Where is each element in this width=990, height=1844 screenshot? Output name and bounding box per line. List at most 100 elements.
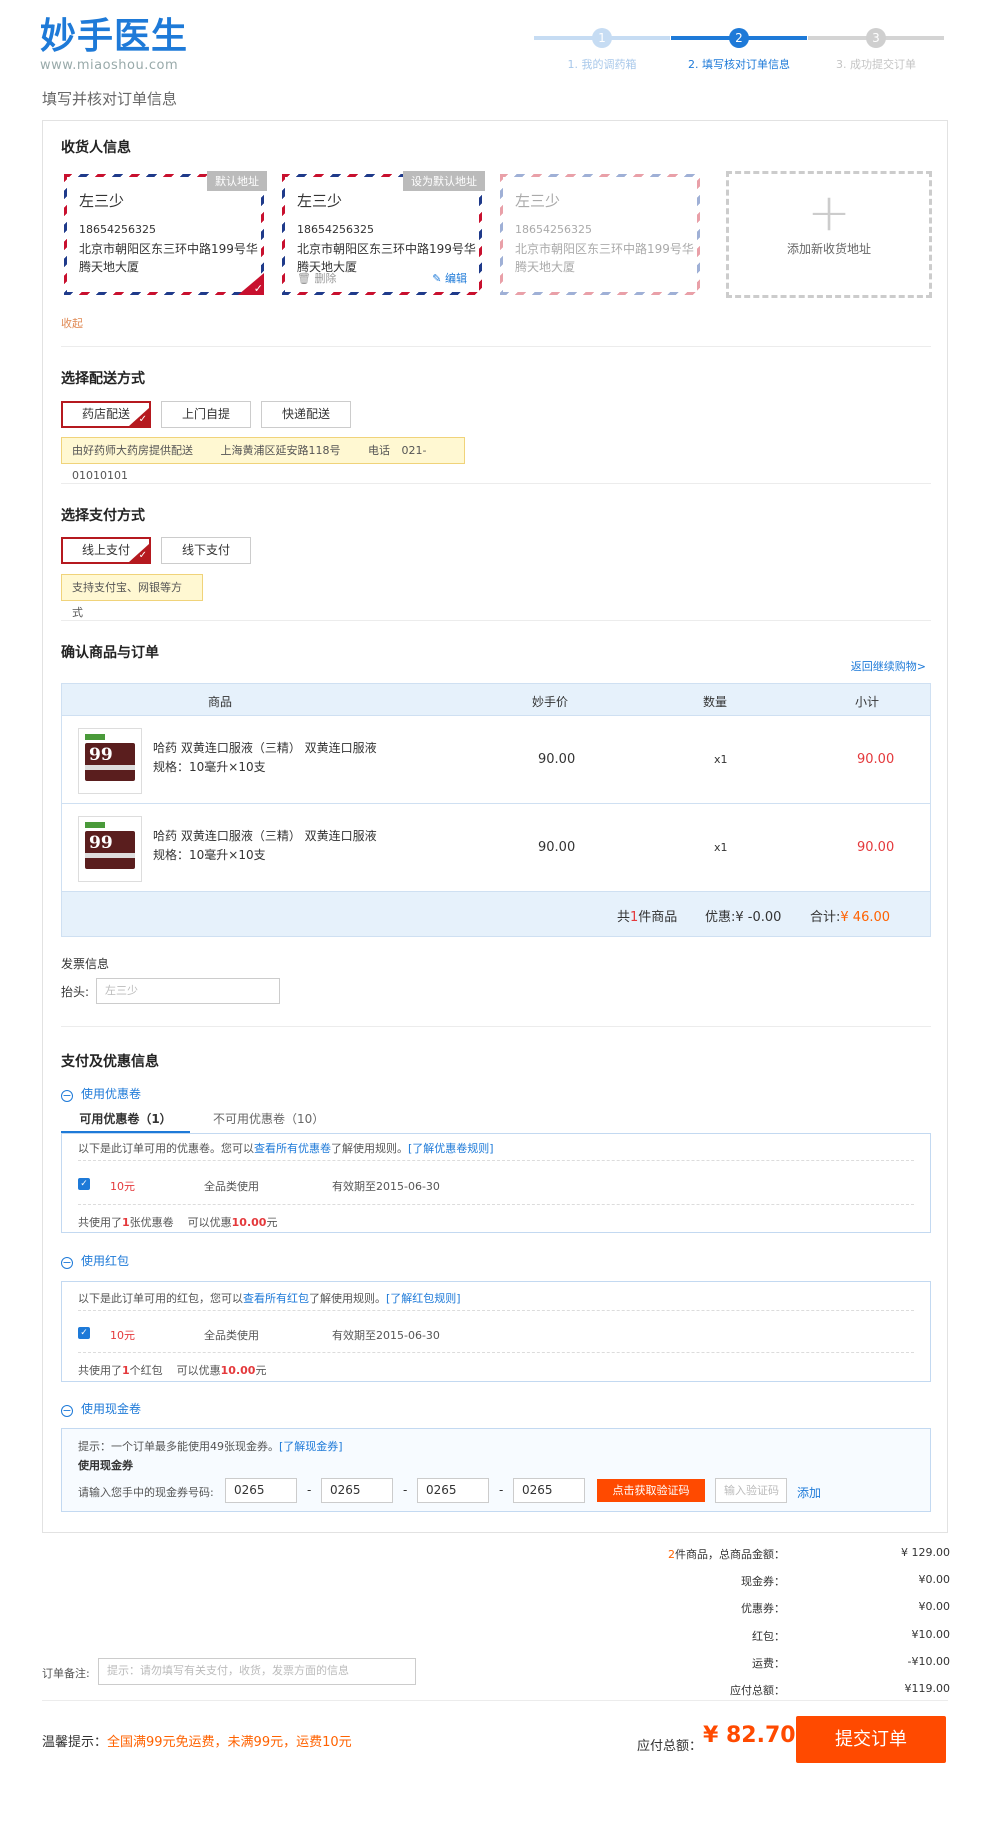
delivery-option-pharmacy[interactable]: 药店配送 ✓ bbox=[61, 401, 151, 428]
add-address-button[interactable]: + 添加新收货地址 bbox=[726, 171, 932, 298]
redpack-toggle[interactable]: − 使用红包 bbox=[61, 1252, 129, 1269]
product-image[interactable]: 99 bbox=[78, 728, 142, 794]
product-spec: 规格：10毫升×10支 bbox=[153, 760, 266, 774]
product-spec: 规格：10毫升×10支 bbox=[153, 848, 266, 862]
delivery-option-pickup[interactable]: 上门自提 bbox=[161, 401, 251, 428]
divider bbox=[61, 620, 931, 621]
divider bbox=[61, 1026, 931, 1027]
table-row: 99 哈药 双黄连口服液（三精） 双黄连口服液 规格：10毫升×10支 90.0… bbox=[62, 804, 930, 892]
cash-code-input-2[interactable]: 0265 bbox=[321, 1478, 393, 1503]
cash-code-input-3[interactable]: 0265 bbox=[417, 1478, 489, 1503]
coupon-toggle[interactable]: − 使用优惠卷 bbox=[61, 1085, 141, 1102]
payment-title: 选择支付方式 bbox=[61, 508, 145, 524]
code-separator: - bbox=[499, 1483, 504, 1497]
step-1: 1 1. 我的调药箱 bbox=[534, 26, 670, 72]
view-all-redpacks-link[interactable]: 查看所有红包 bbox=[243, 1292, 309, 1305]
delivery-tip: 由好药师大药房提供配送 上海黄浦区延安路118号 电话 021-01010101 bbox=[61, 437, 465, 482]
cash-input-label: 请输入您手中的现金券号码: bbox=[78, 1486, 214, 1499]
address-phone: 18654256325 bbox=[297, 223, 374, 236]
address-card-1[interactable]: 默认地址 左三少 18654256325 北京市朝阳区东三环中路199号华腾天地… bbox=[61, 171, 267, 298]
phone-label: 电话 bbox=[368, 444, 390, 457]
payable-amount: ¥ 82.70 bbox=[703, 1723, 796, 1748]
selected-check-icon: ✓ bbox=[238, 273, 264, 295]
address-phone: 18654256325 bbox=[79, 223, 156, 236]
view-all-coupons-link[interactable]: 查看所有优惠卷 bbox=[254, 1142, 331, 1155]
step-2: 2 2. 填写核对订单信息 bbox=[671, 26, 807, 72]
address-text: 北京市朝阳区东三环中路199号华腾天地大厦 bbox=[515, 242, 694, 274]
step-3-label: 3. 成功提交订单 bbox=[836, 58, 916, 71]
coupon-checkbox[interactable]: ✓ bbox=[78, 1178, 90, 1190]
collapse-icon: − bbox=[61, 1404, 73, 1417]
coupon-amount: 10元 bbox=[110, 1180, 135, 1193]
remark-input[interactable]: 提示：请勿填写有关支付，收货，发票方面的信息 bbox=[98, 1658, 416, 1685]
step-3-number: 3 bbox=[866, 28, 886, 48]
delivery-option-express[interactable]: 快递配送 bbox=[261, 401, 351, 428]
order-total: 合计:¥ 46.00 bbox=[810, 910, 891, 925]
tab-unavailable-coupons[interactable]: 不可用优惠卷（10） bbox=[213, 1107, 324, 1133]
code-separator: - bbox=[307, 1483, 312, 1497]
coupon-note: 以下是此订单可用的优惠卷。您可以查看所有优惠卷了解使用规则。[了解优惠卷规则] bbox=[78, 1142, 494, 1155]
summary-coupon: 优惠券： ¥0.00 bbox=[741, 1600, 950, 1615]
address-card-2[interactable]: 设为默认地址 左三少 18654256325 北京市朝阳区东三环中路199号华腾… bbox=[279, 171, 485, 298]
code-separator: - bbox=[403, 1483, 408, 1497]
cash-code-input-1[interactable]: 0265 bbox=[225, 1478, 297, 1503]
option-label: 线上支付 bbox=[81, 543, 130, 557]
summary-payable: 应付总额： ¥119.00 bbox=[730, 1682, 950, 1697]
redpack-note: 以下是此订单可用的红包，您可以查看所有红包了解使用规则。[了解红包规则] bbox=[78, 1292, 461, 1305]
delete-address-button[interactable]: 🗑 删除 bbox=[297, 272, 336, 285]
product-subtotal: 90.00 bbox=[857, 752, 895, 767]
edit-icon: ✎ bbox=[432, 272, 442, 285]
plus-icon: + bbox=[807, 183, 851, 243]
product-qty: x1 bbox=[714, 841, 728, 854]
step-1-number: 1 bbox=[592, 28, 612, 48]
check-icon: ✓ bbox=[138, 550, 147, 561]
address-card-3[interactable]: 左三少 18654256325 北京市朝阳区东三环中路199号华腾天地大厦 bbox=[497, 171, 703, 298]
invoice-header-label: 抬头: bbox=[61, 985, 90, 999]
logo-url: www.miaoshou.com bbox=[40, 58, 179, 73]
logo[interactable]: 妙手医生 www.miaoshou.com bbox=[40, 16, 188, 73]
summary-goods-total: 2件商品，总商品金额： ¥ 129.00 bbox=[668, 1546, 950, 1561]
verify-code-input[interactable]: 输入验证码 bbox=[715, 1478, 787, 1503]
address-name: 左三少 bbox=[297, 192, 343, 210]
coupon-box: 以下是此订单可用的优惠卷。您可以查看所有优惠卷了解使用规则。[了解优惠卷规则] … bbox=[61, 1133, 931, 1233]
benefits-title: 支付及优惠信息 bbox=[61, 1054, 159, 1070]
redpack-rules-link[interactable]: [了解红包规则] bbox=[386, 1292, 461, 1305]
divider bbox=[42, 1700, 948, 1701]
set-default-button[interactable]: 设为默认地址 bbox=[403, 171, 485, 191]
product-image[interactable]: 99 bbox=[78, 816, 142, 882]
cash-toggle[interactable]: − 使用现金卷 bbox=[61, 1400, 141, 1417]
address-name: 左三少 bbox=[79, 192, 125, 210]
tab-available-coupons[interactable]: 可用优惠卷（1） bbox=[61, 1107, 190, 1133]
payment-tip: 支持支付宝、网银等方式 bbox=[61, 574, 203, 619]
collapse-icon: − bbox=[61, 1089, 73, 1102]
add-cash-coupon-link[interactable]: 添加 bbox=[797, 1484, 821, 1501]
cash-rules-link[interactable]: [了解现金券] bbox=[279, 1440, 343, 1453]
redpack-checkbox[interactable]: ✓ bbox=[78, 1327, 90, 1339]
submit-order-button[interactable]: 提交订单 bbox=[796, 1716, 946, 1763]
table-header: 商品 妙手价 数量 小计 bbox=[62, 684, 930, 716]
edit-address-button[interactable]: ✎ 编辑 bbox=[432, 270, 467, 286]
step-2-label: 2. 填写核对订单信息 bbox=[688, 58, 790, 71]
invoice-header-input[interactable]: 左三少 bbox=[96, 978, 280, 1004]
product-name[interactable]: 哈药 双黄连口服液（三精） 双黄连口服液 bbox=[153, 827, 377, 846]
payment-option-offline[interactable]: 线下支付 bbox=[161, 537, 251, 564]
get-verify-code-button[interactable]: 点击获取验证码 bbox=[597, 1479, 705, 1502]
product-subtotal: 90.00 bbox=[857, 840, 895, 855]
cash-code-input-4[interactable]: 0265 bbox=[513, 1478, 585, 1503]
col-product: 商品 bbox=[208, 695, 233, 709]
col-price: 妙手价 bbox=[532, 695, 569, 709]
cash-subtitle: 使用现金券 bbox=[78, 1459, 133, 1472]
payment-option-online[interactable]: 线上支付 ✓ bbox=[61, 537, 151, 564]
consignee-title: 收货人信息 bbox=[61, 140, 131, 156]
redpack-summary: 共使用了1个红包 可以优惠10.00元 bbox=[78, 1364, 267, 1377]
product-qty: x1 bbox=[714, 753, 728, 766]
logo-text: 妙手医生 bbox=[40, 15, 189, 57]
continue-shopping-link[interactable]: 返回继续购物> bbox=[851, 658, 926, 674]
step-1-label: 1. 我的调药箱 bbox=[567, 58, 637, 71]
product-name[interactable]: 哈药 双黄连口服液（三精） 双黄连口服液 bbox=[153, 739, 377, 758]
check-icon: ✓ bbox=[138, 414, 147, 425]
coupon-rules-link[interactable]: [了解优惠卷规则] bbox=[408, 1142, 494, 1155]
pharmacy-address: 上海黄浦区延安路118号 bbox=[220, 444, 341, 457]
collapse-link[interactable]: 收起 bbox=[61, 315, 83, 331]
summary-cash: 现金券： ¥0.00 bbox=[741, 1573, 950, 1588]
